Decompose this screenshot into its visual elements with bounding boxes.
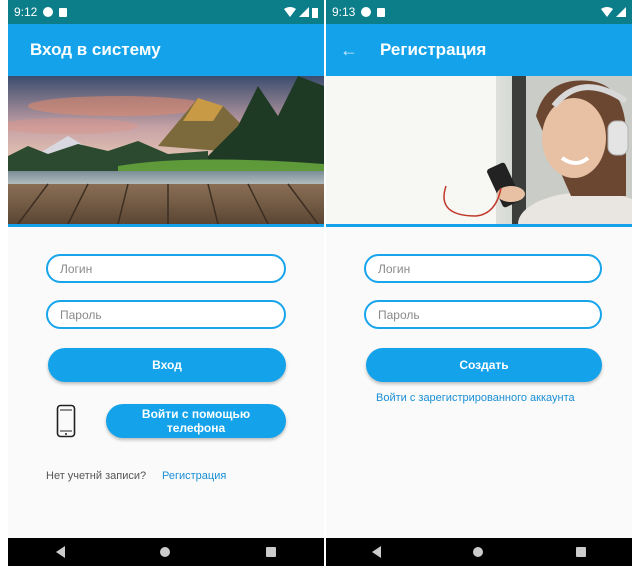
login-field[interactable] <box>46 254 286 283</box>
register-link[interactable]: Регистрация <box>162 470 226 482</box>
nav-back-icon[interactable] <box>55 546 65 558</box>
login-input[interactable] <box>366 256 600 281</box>
page-title: Вход в систему <box>30 40 161 59</box>
no-account-text: Нет учетнй записи? <box>46 470 147 482</box>
nav-recents-icon[interactable] <box>575 547 586 557</box>
signal-icon <box>299 7 309 17</box>
status-bar: 9:12 <box>8 0 324 24</box>
login-field[interactable] <box>364 254 602 283</box>
hero-image <box>326 76 632 227</box>
status-time: 9:12 <box>14 5 38 19</box>
notification-icon <box>43 7 54 17</box>
arrow-left-icon[interactable]: ← <box>340 40 362 61</box>
wifi-icon <box>284 7 296 17</box>
nav-home-icon[interactable] <box>160 547 171 557</box>
landscape-image <box>8 76 324 224</box>
battery-icon <box>312 7 318 18</box>
nav-home-icon[interactable] <box>473 547 484 557</box>
login-input[interactable] <box>48 256 284 281</box>
password-input[interactable] <box>48 302 284 327</box>
nav-recents-icon[interactable] <box>266 547 277 557</box>
navigation-bar <box>8 538 324 566</box>
password-field[interactable] <box>364 300 602 329</box>
hero-image <box>8 76 324 227</box>
password-input[interactable] <box>366 302 600 327</box>
create-button[interactable]: Создать <box>366 348 602 382</box>
app-bar: Вход в систему <box>8 24 324 76</box>
nav-back-icon[interactable] <box>372 546 382 558</box>
password-field[interactable] <box>46 300 286 329</box>
woman-headphones-image <box>326 76 632 224</box>
phone-login-button[interactable]: Войти с помощью телефона <box>106 404 286 438</box>
page-title: Регистрация <box>380 40 487 59</box>
app-bar: ← Регистрация <box>326 24 632 76</box>
login-button[interactable]: Вход <box>48 348 286 382</box>
login-screen: 9:12 Вход в систему Логин Вход Войти с п… <box>8 0 324 566</box>
notification-icon <box>361 7 372 17</box>
signal-icon <box>616 7 626 17</box>
register-screen: 9:13 ← Регистрация Логин Создать Войти с… <box>326 0 632 566</box>
existing-account-link[interactable]: Войти с зарегистрированного аккаунта <box>376 392 575 404</box>
sd-card-icon <box>59 7 68 17</box>
sd-card-icon <box>377 7 386 17</box>
navigation-bar <box>326 538 632 566</box>
phone-icon <box>56 404 76 438</box>
status-time: 9:13 <box>332 5 356 19</box>
wifi-icon <box>601 7 613 17</box>
status-bar: 9:13 <box>326 0 632 24</box>
